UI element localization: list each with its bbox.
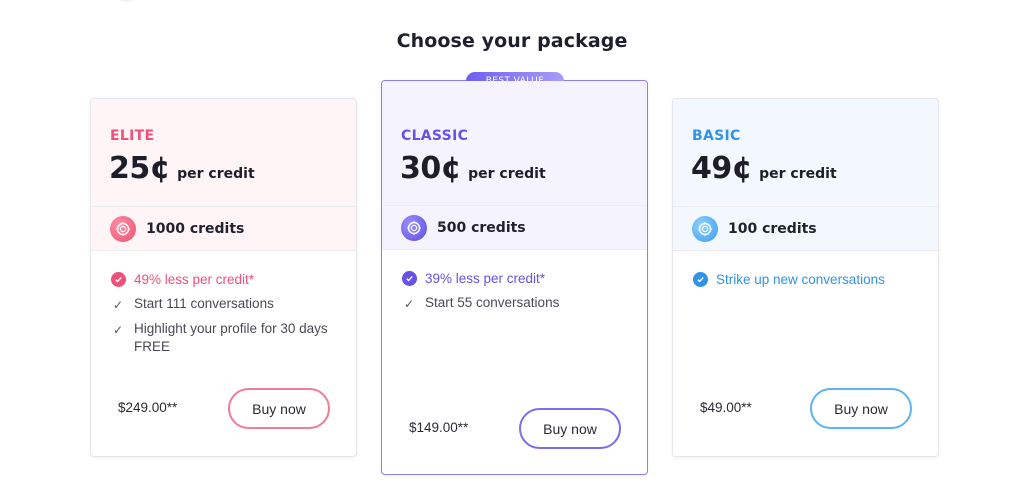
check-circle-icon: [692, 272, 708, 287]
price-line: 49¢ per credit: [691, 151, 837, 186]
feature-item: 39% less per credit*: [401, 270, 629, 288]
feature-item: 49% less per credit*: [110, 271, 338, 289]
check-icon: ✓: [112, 323, 124, 337]
price-unit: per credit: [759, 166, 837, 182]
feature-text: Start 55 conversations: [425, 295, 560, 310]
price-unit: per credit: [468, 166, 546, 182]
credits-amount: 100 credits: [728, 220, 817, 237]
credit-coin-icon: [401, 214, 427, 241]
check-icon: ✓: [112, 298, 124, 312]
credits-row: 100 credits: [673, 206, 938, 251]
credits-row: 500 credits: [382, 205, 647, 250]
feature-text: 39% less per credit*: [425, 271, 546, 286]
check-circle-icon: [110, 272, 126, 287]
feature-text: Strike up new conversations: [716, 272, 885, 287]
check-icon: ✓: [403, 297, 415, 311]
page-title: Choose your package: [396, 30, 628, 52]
tier-name: CLASSIC: [401, 128, 469, 144]
package-header: CLASSIC 30¢ per credit: [382, 81, 647, 205]
feature-list: 49% less per credit* ✓ Start 111 convers…: [91, 251, 356, 356]
check-circle-icon: [401, 271, 417, 286]
credits-amount: 1000 credits: [146, 220, 245, 237]
feature-text: Highlight your profile for 30 days FREE: [134, 321, 328, 354]
package-header: ELITE 25¢ per credit: [91, 99, 356, 206]
credit-coin-icon: [110, 215, 136, 242]
credits-row: 1000 credits: [91, 206, 356, 251]
package-total-price: $149.00**: [409, 420, 469, 435]
feature-item: Strike up new conversations: [692, 271, 920, 289]
feature-text: Start 111 conversations: [134, 296, 274, 311]
feature-item: ✓ Highlight your profile for 30 days FRE…: [110, 320, 338, 356]
buy-now-button-basic[interactable]: Buy now: [810, 388, 912, 429]
credit-coin-icon: [692, 215, 718, 242]
price-unit: per credit: [177, 166, 255, 182]
package-total-price: $249.00**: [118, 400, 178, 415]
package-total-price: $49.00**: [700, 400, 752, 415]
price-line: 25¢ per credit: [109, 151, 255, 186]
feature-item: ✓ Start 111 conversations: [110, 295, 338, 314]
buy-now-button-classic[interactable]: Buy now: [519, 408, 621, 449]
avatar-edge: [112, 0, 140, 2]
package-header: BASIC 49¢ per credit: [673, 99, 938, 206]
price-per-credit: 49¢: [691, 151, 753, 186]
package-card-elite: ELITE 25¢ per credit 1000 credits 49% le…: [90, 98, 357, 457]
price-line: 30¢ per credit: [400, 151, 546, 186]
feature-list: 39% less per credit* ✓ Start 55 conversa…: [382, 250, 647, 313]
tier-name: ELITE: [110, 128, 155, 144]
credits-amount: 500 credits: [437, 219, 526, 236]
package-card-classic: BEST VALUE CLASSIC 30¢ per credit 500 cr…: [381, 72, 648, 475]
feature-item: ✓ Start 55 conversations: [401, 294, 629, 313]
package-card-basic: BASIC 49¢ per credit 100 credits Strike …: [672, 98, 939, 457]
price-per-credit: 30¢: [400, 151, 462, 186]
feature-text: 49% less per credit*: [134, 272, 255, 287]
buy-now-button-elite[interactable]: Buy now: [228, 388, 330, 429]
tier-name: BASIC: [692, 128, 741, 144]
feature-list: Strike up new conversations: [673, 251, 938, 289]
price-per-credit: 25¢: [109, 151, 171, 186]
